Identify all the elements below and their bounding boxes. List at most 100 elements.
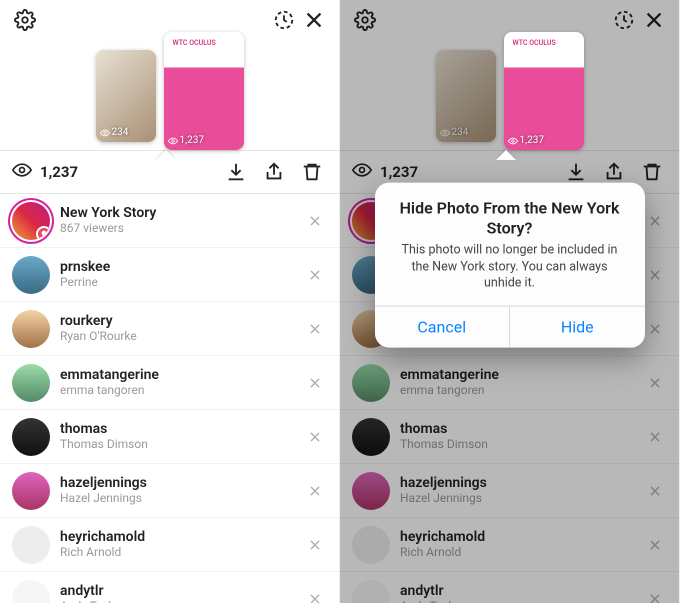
viewer-username: emmatangerine xyxy=(400,368,643,383)
viewer-row[interactable]: andytlrAndy Taylor xyxy=(0,572,339,603)
viewer-username: heyrichamold xyxy=(400,530,643,545)
delete-button[interactable] xyxy=(297,157,327,187)
thumb-views: 1,237 xyxy=(508,135,544,146)
location-tag: WTC OCULUS xyxy=(510,38,559,48)
remove-viewer-button[interactable] xyxy=(303,587,327,603)
story-thumb-active[interactable]: WTC OCULUS 1,237 xyxy=(504,32,584,150)
viewer-row[interactable]: hazeljenningsHazel Jennings xyxy=(0,464,339,518)
viewer-row[interactable]: thomasThomas Dimson xyxy=(0,410,339,464)
viewer-list: New York Story867 viewers prnskeePerriner… xyxy=(0,194,339,603)
viewer-username: emmatangerine xyxy=(60,368,303,383)
active-thumb-arrow xyxy=(496,150,516,160)
avatar[interactable] xyxy=(352,472,390,510)
viewer-subtitle: Thomas Dimson xyxy=(400,438,643,451)
viewer-username: New York Story xyxy=(60,206,303,221)
viewer-subtitle: Perrine xyxy=(60,276,303,289)
viewer-meta: thomasThomas Dimson xyxy=(60,422,303,452)
location-pin-icon xyxy=(36,226,50,240)
close-button[interactable] xyxy=(639,5,669,35)
archive-button[interactable] xyxy=(609,5,639,35)
viewer-subtitle: Thomas Dimson xyxy=(60,438,303,451)
viewer-subtitle: Hazel Jennings xyxy=(400,492,643,505)
viewer-row[interactable]: New York Story867 viewers xyxy=(0,194,339,248)
avatar[interactable] xyxy=(12,526,50,564)
viewer-meta: emmatangerineemma tangoren xyxy=(400,368,643,398)
settings-button[interactable] xyxy=(10,5,40,35)
viewer-row[interactable]: rourkeryRyan O'Rourke xyxy=(0,302,339,356)
remove-viewer-button[interactable] xyxy=(643,371,667,395)
avatar[interactable] xyxy=(352,526,390,564)
avatar[interactable] xyxy=(12,418,50,456)
view-count: 1,237 xyxy=(40,163,78,181)
viewer-subtitle: Rich Arnold xyxy=(60,546,303,559)
viewer-meta: thomasThomas Dimson xyxy=(400,422,643,452)
hide-photo-dialog: Hide Photo From the New York Story? This… xyxy=(375,183,645,348)
avatar[interactable] xyxy=(12,472,50,510)
story-thumbnails: 234 WTC OCULUS 1,237 xyxy=(0,40,339,150)
story-thumbnails: 234 WTC OCULUS 1,237 xyxy=(340,40,679,150)
eye-icon xyxy=(352,160,372,184)
download-button[interactable] xyxy=(221,157,251,187)
viewer-meta: New York Story867 viewers xyxy=(60,206,303,236)
avatar[interactable] xyxy=(12,364,50,402)
story-thumb-active[interactable]: WTC OCULUS 1,237 xyxy=(164,32,244,150)
thumb-views: 234 xyxy=(100,127,129,138)
viewer-meta: hazeljenningsHazel Jennings xyxy=(400,476,643,506)
remove-viewer-button[interactable] xyxy=(643,533,667,557)
avatar[interactable] xyxy=(352,418,390,456)
remove-viewer-button[interactable] xyxy=(303,479,327,503)
viewer-meta: heyrichamoldRich Arnold xyxy=(400,530,643,560)
avatar[interactable] xyxy=(12,202,50,240)
viewer-subtitle: Hazel Jennings xyxy=(60,492,303,505)
viewer-row[interactable]: heyrichamoldRich Arnold xyxy=(340,518,679,572)
delete-button[interactable] xyxy=(637,157,667,187)
dialog-buttons: Cancel Hide xyxy=(375,306,645,348)
active-thumb-arrow xyxy=(156,150,176,160)
viewer-subtitle: emma tangoren xyxy=(400,384,643,397)
dialog-cancel-button[interactable]: Cancel xyxy=(375,307,510,348)
remove-viewer-button[interactable] xyxy=(303,371,327,395)
viewer-row[interactable]: hazeljenningsHazel Jennings xyxy=(340,464,679,518)
viewer-meta: emmatangerineemma tangoren xyxy=(60,368,303,398)
settings-button[interactable] xyxy=(350,5,380,35)
dialog-confirm-button[interactable]: Hide xyxy=(509,307,645,348)
thumb-views: 234 xyxy=(440,127,469,138)
remove-viewer-button[interactable] xyxy=(643,587,667,603)
remove-viewer-button[interactable] xyxy=(303,209,327,233)
viewer-row[interactable]: emmatangerineemma tangoren xyxy=(0,356,339,410)
viewer-row[interactable]: thomasThomas Dimson xyxy=(340,410,679,464)
remove-viewer-button[interactable] xyxy=(303,533,327,557)
viewer-row[interactable]: andytlrAndy Taylor xyxy=(340,572,679,603)
avatar[interactable] xyxy=(12,256,50,294)
view-count: 1,237 xyxy=(380,163,418,181)
viewer-username: andytlr xyxy=(400,584,643,599)
remove-viewer-button[interactable] xyxy=(643,425,667,449)
viewer-subtitle: emma tangoren xyxy=(60,384,303,397)
remove-viewer-button[interactable] xyxy=(643,263,667,287)
story-thumb-prev[interactable]: 234 xyxy=(436,50,496,142)
viewer-row[interactable]: heyrichamoldRich Arnold xyxy=(0,518,339,572)
viewer-subtitle: Ryan O'Rourke xyxy=(60,330,303,343)
remove-viewer-button[interactable] xyxy=(303,263,327,287)
remove-viewer-button[interactable] xyxy=(643,317,667,341)
viewer-meta: hazeljenningsHazel Jennings xyxy=(60,476,303,506)
viewer-meta: andytlrAndy Taylor xyxy=(400,584,643,603)
viewer-row[interactable]: prnskeePerrine xyxy=(0,248,339,302)
avatar[interactable] xyxy=(12,580,50,603)
avatar[interactable] xyxy=(12,310,50,348)
remove-viewer-button[interactable] xyxy=(643,479,667,503)
viewer-row[interactable]: emmatangerineemma tangoren xyxy=(340,356,679,410)
remove-viewer-button[interactable] xyxy=(303,425,327,449)
location-tag: WTC OCULUS xyxy=(170,38,219,48)
story-thumb-prev[interactable]: 234 xyxy=(96,50,156,142)
avatar[interactable] xyxy=(352,364,390,402)
viewer-username: hazeljennings xyxy=(400,476,643,491)
remove-viewer-button[interactable] xyxy=(643,209,667,233)
remove-viewer-button[interactable] xyxy=(303,317,327,341)
avatar[interactable] xyxy=(352,580,390,603)
viewer-username: andytlr xyxy=(60,584,303,599)
archive-button[interactable] xyxy=(269,5,299,35)
close-button[interactable] xyxy=(299,5,329,35)
share-button[interactable] xyxy=(259,157,289,187)
right-pane: 234 WTC OCULUS 1,237 1,237 New York Stor… xyxy=(340,0,680,603)
